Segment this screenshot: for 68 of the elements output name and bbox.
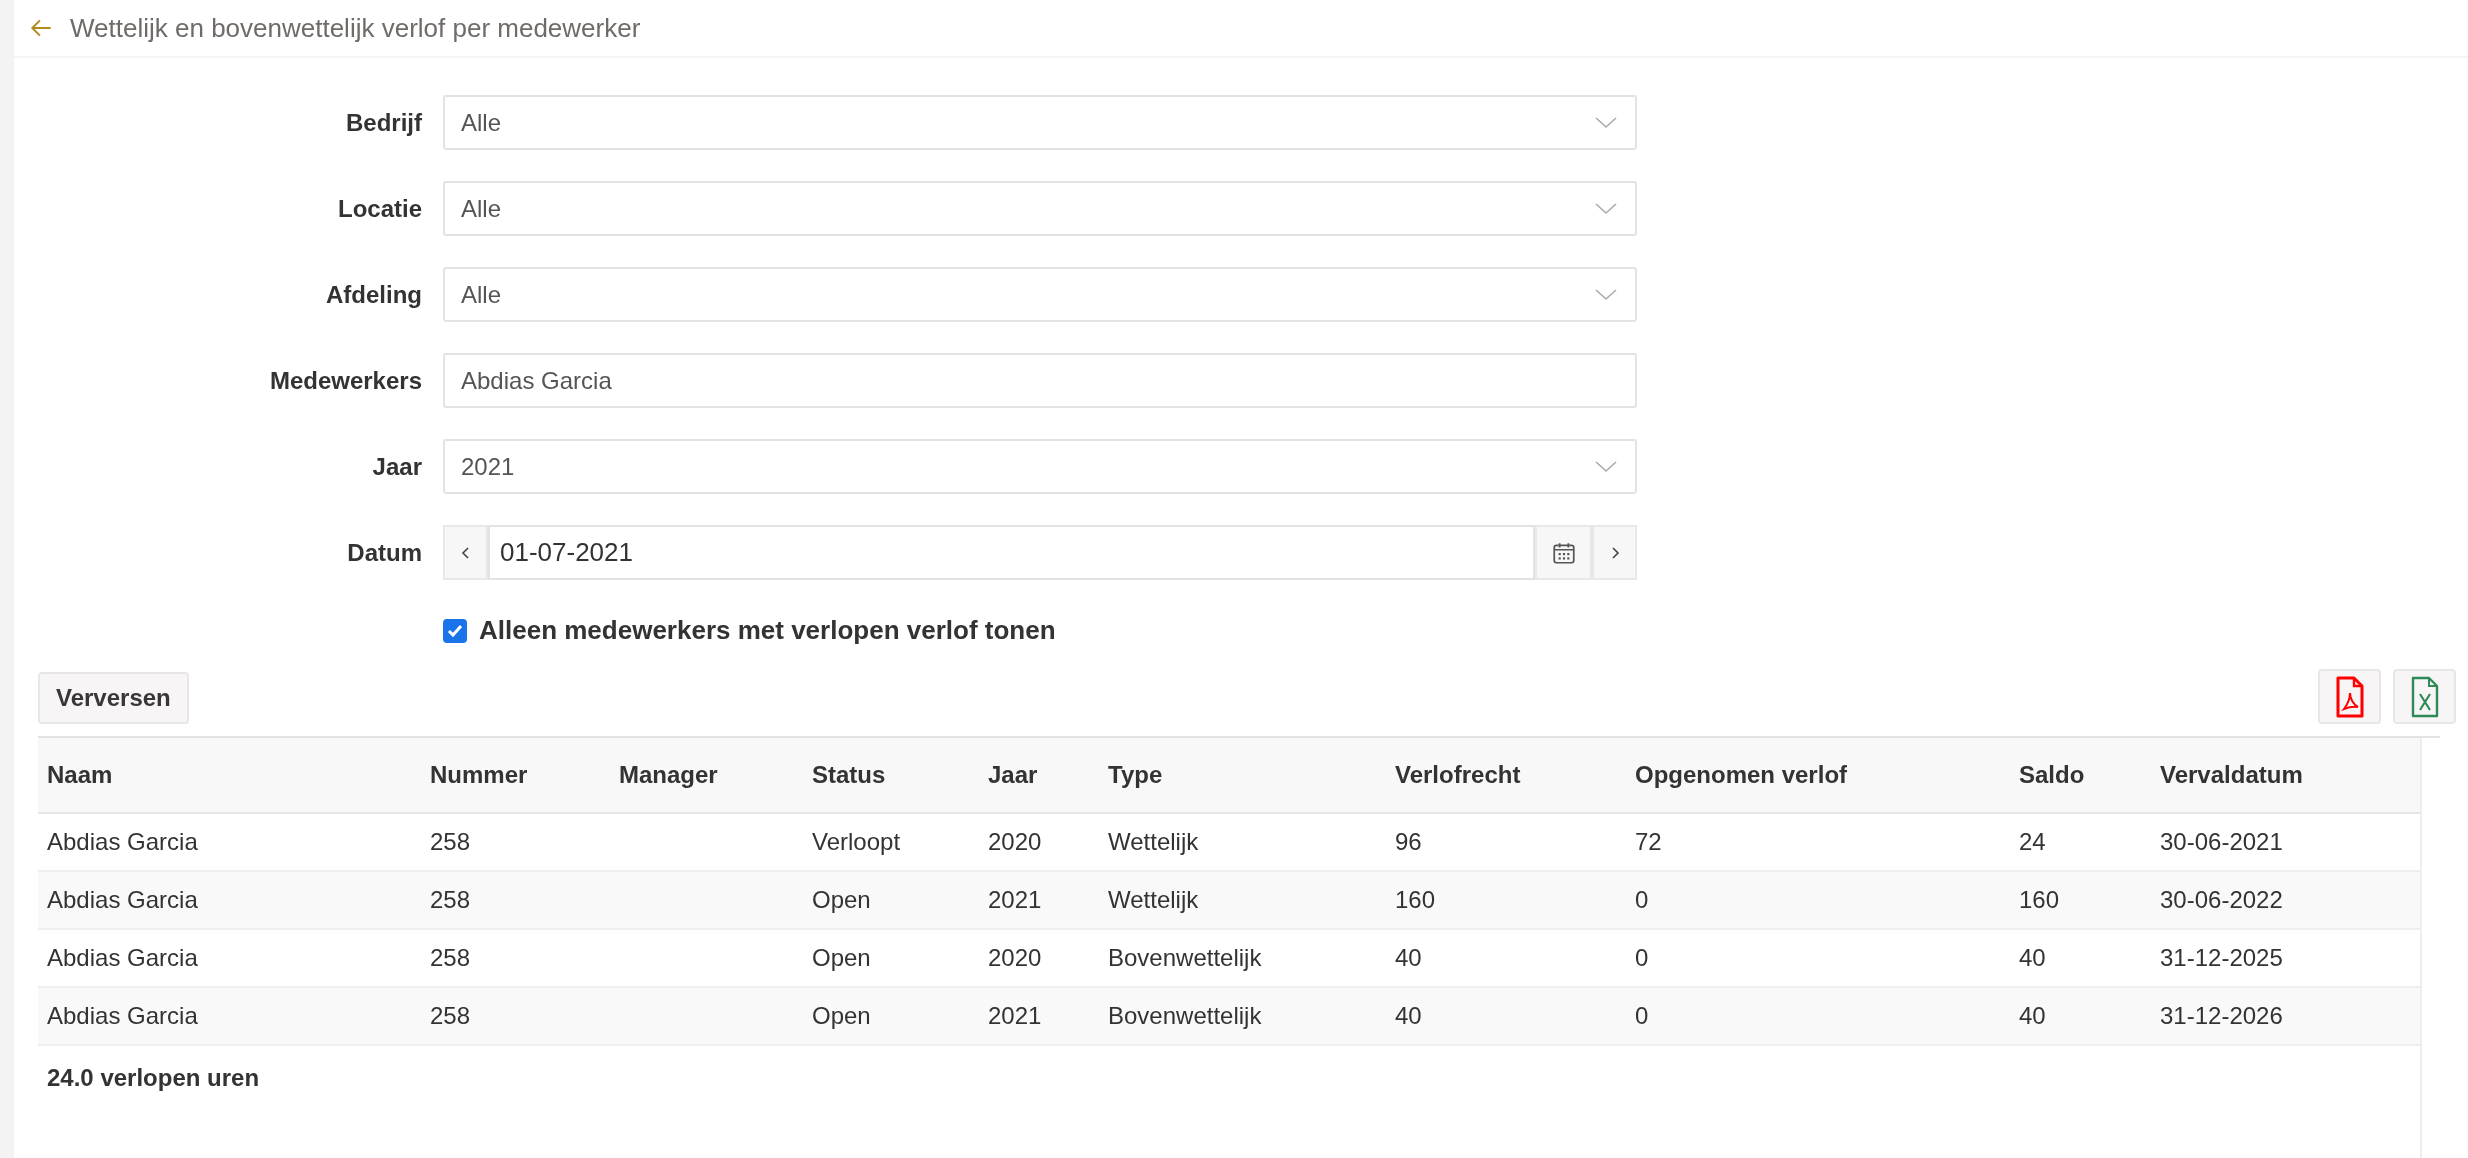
- column-header[interactable]: Jaar: [979, 738, 1099, 813]
- field-label: Datum: [346, 538, 422, 567]
- column-header[interactable]: Naam: [38, 738, 421, 813]
- table-cell: 2021: [988, 1002, 1042, 1029]
- spreadsheet-file-icon: [2409, 674, 2440, 719]
- field-label: Locatie: [336, 194, 422, 223]
- table-cell: 2021: [988, 886, 1042, 913]
- date-input[interactable]: 01-07-2021: [488, 525, 1535, 580]
- table-cell: 40: [1395, 944, 1422, 971]
- table-cell: 40: [2019, 944, 2046, 971]
- column-header[interactable]: Status: [803, 738, 979, 813]
- table-cell: Bovenwettelijk: [1108, 944, 1262, 971]
- table-cell: Verloopt: [812, 828, 901, 855]
- table-cell: Abdias Garcia: [47, 886, 198, 913]
- table-cell: 0: [1635, 944, 1649, 971]
- excel-export-button[interactable]: [2393, 669, 2456, 724]
- table-cell: Wettelijk: [1108, 886, 1199, 913]
- table-cell: 160: [1395, 886, 1436, 913]
- text-input[interactable]: Abdias Garcia: [443, 353, 1637, 408]
- table-cell: 258: [430, 944, 471, 971]
- calendar-button[interactable]: [1535, 525, 1592, 580]
- dropdown[interactable]: Alle: [443, 181, 1637, 236]
- table-cell: 2020: [988, 944, 1042, 971]
- dropdown[interactable]: 2021: [443, 439, 1637, 494]
- table-cell: 30-06-2021: [2160, 828, 2283, 855]
- table-cell: 258: [430, 828, 471, 855]
- dropdown[interactable]: Alle: [443, 267, 1637, 322]
- table-cell: 258: [430, 1002, 471, 1029]
- field-label: Jaar: [371, 452, 422, 481]
- page-title: Wettelijk en bovenwettelijk verlof per medewerker: [70, 12, 641, 44]
- table-cell: Open: [812, 886, 871, 913]
- table-cell: Wettelijk: [1108, 828, 1199, 855]
- table-cell: 96: [1395, 828, 1422, 855]
- table-cell: 40: [1395, 1002, 1422, 1029]
- table-cell: 0: [1635, 1002, 1649, 1029]
- column-header[interactable]: Type: [1099, 738, 1386, 813]
- field-label: Bedrijf: [345, 108, 422, 137]
- table-cell: 31-12-2025: [2160, 944, 2283, 971]
- column-header[interactable]: Verlofrecht: [1386, 738, 1626, 813]
- column-header[interactable]: Opgenomen verlof: [1626, 738, 2010, 813]
- refresh-button[interactable]: Verversen: [38, 672, 189, 724]
- table-cell: 2020: [988, 828, 1042, 855]
- table-cell: 160: [2019, 886, 2060, 913]
- pdf-file-icon: [2334, 674, 2365, 719]
- table-cell: 0: [1635, 886, 1649, 913]
- table-cell: 31-12-2026: [2160, 1002, 2283, 1029]
- checkbox-label: Alleen medewerkers met verlopen verlof tonen: [479, 615, 1056, 646]
- column-header[interactable]: Nummer: [421, 738, 610, 813]
- table-cell: 30-06-2022: [2160, 886, 2283, 913]
- column-header[interactable]: Saldo: [2010, 738, 2151, 813]
- table-cell: Bovenwettelijk: [1108, 1002, 1262, 1029]
- field-label: Medewerkers: [268, 366, 422, 395]
- table-cell: 72: [1635, 828, 1662, 855]
- table-cell: 40: [2019, 1002, 2046, 1029]
- table-cell: 258: [430, 886, 471, 913]
- table-cell: Abdias Garcia: [47, 944, 198, 971]
- table-cell: Abdias Garcia: [47, 828, 198, 855]
- dropdown[interactable]: Alle: [443, 95, 1637, 150]
- field-label: Afdeling: [325, 280, 422, 309]
- column-header[interactable]: Manager: [610, 738, 803, 813]
- table-cell: Open: [812, 944, 871, 971]
- summary-text: 24.0 verlopen uren: [46, 1063, 261, 1093]
- pdf-export-button[interactable]: [2318, 669, 2381, 724]
- table-cell: Abdias Garcia: [47, 1002, 198, 1029]
- table-cell: Open: [812, 1002, 871, 1029]
- column-header[interactable]: Vervaldatum: [2151, 738, 2420, 813]
- table-cell: 24: [2019, 828, 2046, 855]
- checkbox[interactable]: [443, 618, 467, 643]
